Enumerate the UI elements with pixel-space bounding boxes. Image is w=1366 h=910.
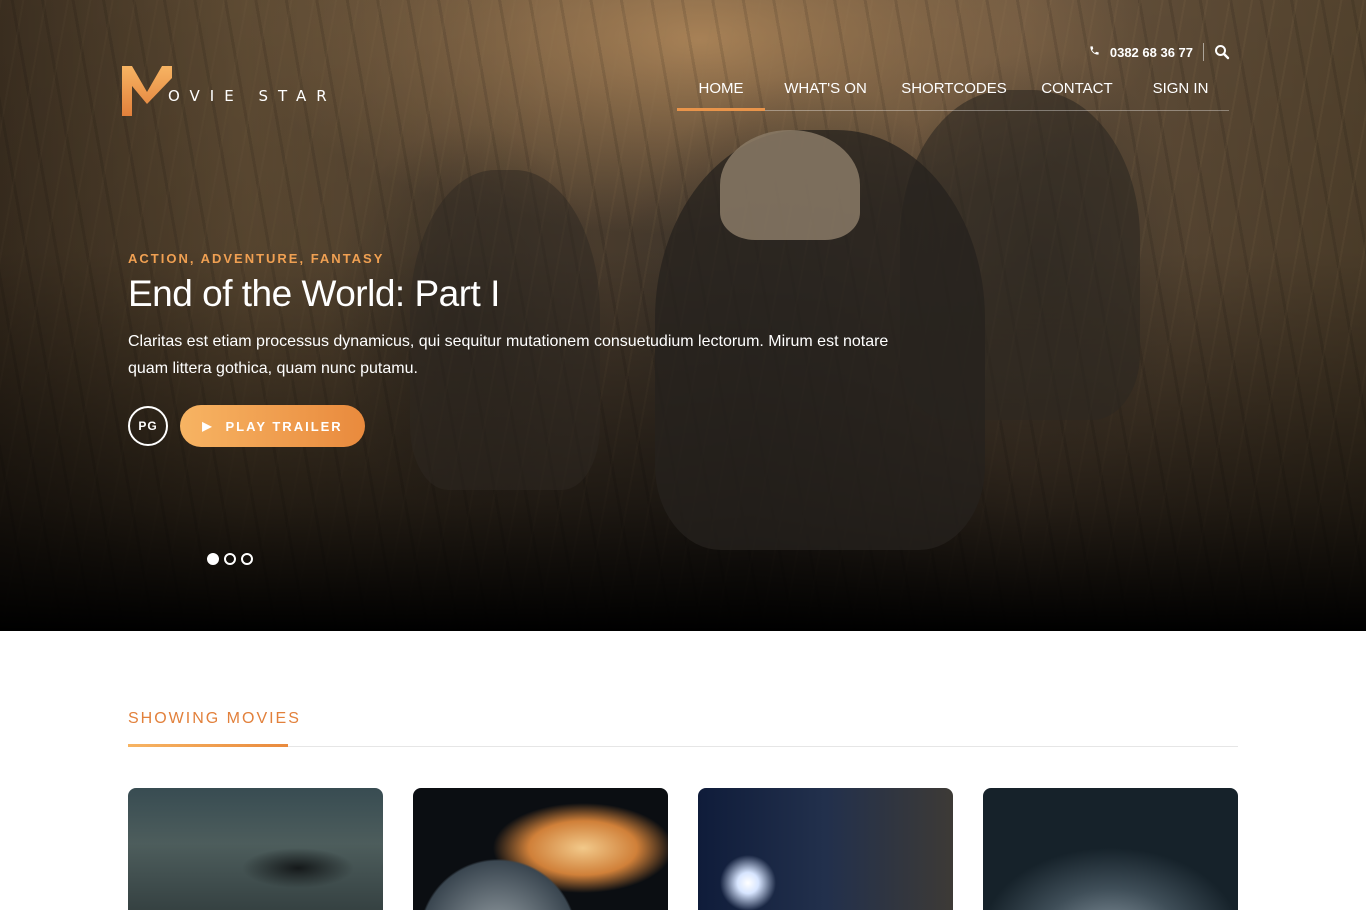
movie-poster-image bbox=[698, 788, 953, 910]
nav-item-contact[interactable]: CONTACT bbox=[1022, 76, 1132, 111]
movie-card[interactable] bbox=[413, 788, 668, 910]
nav-item-shortcodes[interactable]: SHORTCODES bbox=[886, 76, 1022, 111]
nav-item-sign-in[interactable]: SIGN IN bbox=[1132, 76, 1229, 111]
movie-poster-image bbox=[413, 788, 668, 910]
slider-dot-1[interactable] bbox=[207, 553, 219, 565]
search-icon[interactable] bbox=[1214, 44, 1230, 60]
topbar-divider bbox=[1203, 43, 1204, 61]
slider-dot-3[interactable] bbox=[241, 553, 253, 565]
movie-poster-image bbox=[128, 788, 383, 910]
logo[interactable]: OVIE STAR bbox=[120, 64, 337, 118]
hero-genres: ACTION, ADVENTURE, FANTASY bbox=[128, 251, 385, 266]
movie-card[interactable] bbox=[128, 788, 383, 910]
hero-slider: OVIE STAR 0382 68 36 77 HOME WHAT'S ON S… bbox=[0, 0, 1366, 631]
slider-dots bbox=[207, 553, 258, 565]
section-title: SHOWING MOVIES bbox=[128, 710, 301, 727]
top-contact-bar: 0382 68 36 77 bbox=[1089, 43, 1230, 61]
slider-dot-2[interactable] bbox=[224, 553, 236, 565]
play-trailer-button[interactable]: ▶ PLAY TRAILER bbox=[180, 405, 365, 447]
logo-text: OVIE STAR bbox=[168, 87, 337, 105]
rating-badge: PG bbox=[128, 406, 168, 446]
movie-card[interactable] bbox=[698, 788, 953, 910]
section-divider-accent bbox=[128, 744, 288, 747]
hero-description: Claritas est etiam processus dynamicus, … bbox=[128, 333, 889, 377]
section-divider bbox=[128, 746, 1238, 747]
phone-icon bbox=[1089, 45, 1100, 59]
nav-item-whats-on[interactable]: WHAT'S ON bbox=[765, 76, 886, 111]
hero-content: OVIE STAR 0382 68 36 77 HOME WHAT'S ON S… bbox=[0, 0, 1366, 631]
movie-card[interactable] bbox=[983, 788, 1238, 910]
play-trailer-label: PLAY TRAILER bbox=[225, 418, 343, 434]
hero-title: End of the World: Part I bbox=[128, 273, 500, 314]
main-nav: HOME WHAT'S ON SHORTCODES CONTACT SIGN I… bbox=[677, 76, 1229, 111]
logo-m-icon bbox=[122, 66, 172, 116]
play-icon: ▶ bbox=[202, 419, 214, 433]
nav-item-home[interactable]: HOME bbox=[677, 76, 765, 111]
phone-number[interactable]: 0382 68 36 77 bbox=[1110, 45, 1193, 60]
movie-poster-image bbox=[983, 788, 1238, 910]
